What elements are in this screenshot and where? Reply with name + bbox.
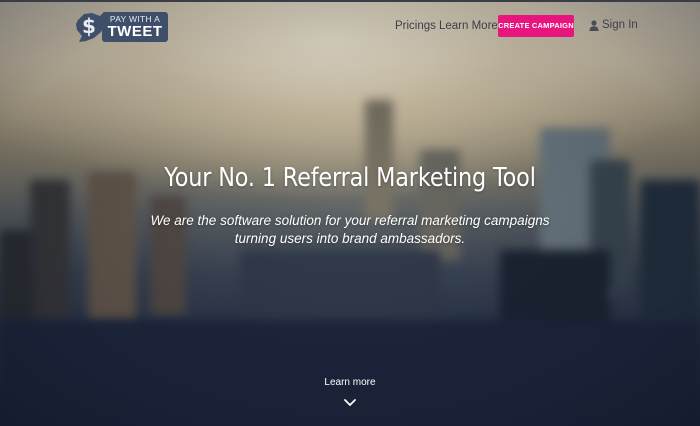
svg-text:$: $ <box>82 14 96 38</box>
logo-wordmark: PAY WITH A TWEET <box>102 12 168 42</box>
learn-more-link[interactable]: Learn more <box>300 377 400 388</box>
user-icon <box>589 20 599 31</box>
hero-subtitle: We are the software solution for your re… <box>150 213 550 246</box>
create-campaign-button[interactable]: CREATE CAMPAIGN <box>498 15 574 37</box>
nav-link-learn-more[interactable]: Learn More <box>439 19 498 33</box>
nav-link-pricings[interactable]: Pricings <box>395 19 436 33</box>
hero-headline: Your No. 1 Referral Marketing Tool <box>164 163 536 193</box>
chevron-down-icon[interactable] <box>343 398 357 408</box>
logo[interactable]: $ PAY WITH A TWEET <box>74 10 168 44</box>
sign-in-label: Sign In <box>602 19 638 31</box>
logo-line-2: TWEET <box>107 23 163 40</box>
window-top-border <box>0 0 700 2</box>
